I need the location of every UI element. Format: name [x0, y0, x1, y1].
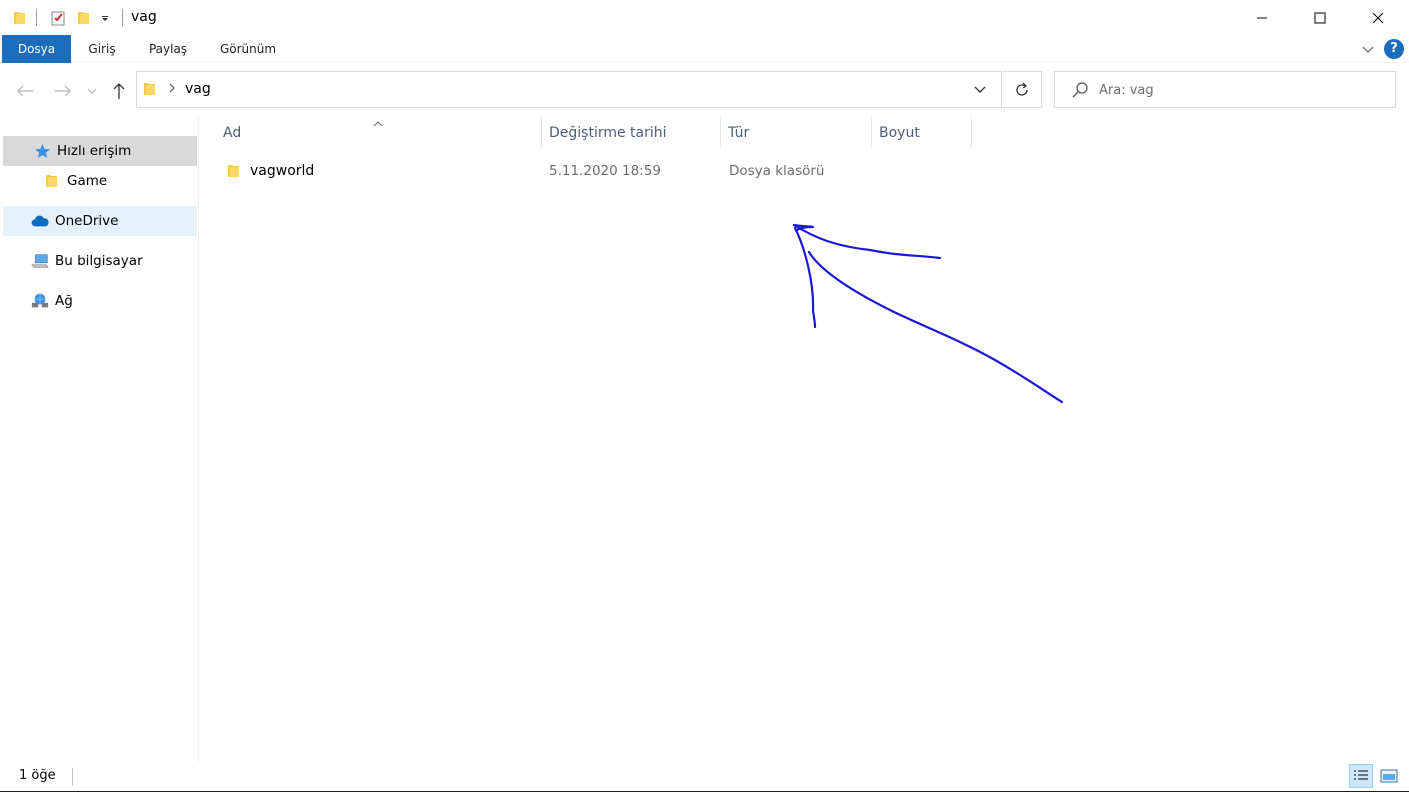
folder-icon: [226, 163, 242, 183]
folder-icon: [142, 81, 158, 101]
breadcrumb-chevron-icon[interactable]: [168, 82, 176, 98]
chevron-down-icon[interactable]: [973, 82, 987, 100]
column-divider[interactable]: [971, 117, 972, 149]
refresh-button[interactable]: [1003, 71, 1042, 108]
help-button[interactable]: ?: [1384, 39, 1404, 59]
large-icons-view-icon: [1380, 769, 1398, 783]
file-list: Ad Değiştirme tarihi Tür Boyut vagworld …: [200, 117, 1409, 762]
column-header-type[interactable]: Tür: [728, 117, 868, 149]
close-button[interactable]: [1349, 0, 1407, 35]
navigation-pane: Hızlı erişim Game OneDrive Bu bilgisayar…: [0, 117, 199, 762]
sidebar-item-game[interactable]: Game: [3, 166, 197, 196]
forward-button[interactable]: [52, 80, 74, 102]
up-button[interactable]: [108, 80, 130, 102]
recent-locations-button[interactable]: [84, 80, 100, 102]
maximize-icon: [1314, 12, 1326, 23]
folder-icon: [43, 172, 61, 190]
column-divider[interactable]: [720, 117, 721, 149]
onedrive-cloud-icon: [31, 212, 49, 230]
file-type: Dosya klasörü: [729, 163, 825, 179]
item-count: 1 öğe: [19, 768, 56, 783]
minimize-icon: [1257, 17, 1267, 18]
sidebar-item-label: Hızlı erişim: [57, 143, 132, 159]
details-view-icon: [1354, 770, 1368, 780]
details-view-button[interactable]: [1349, 764, 1373, 788]
column-divider[interactable]: [871, 117, 872, 149]
folder-icon[interactable]: [12, 8, 28, 28]
chevron-down-icon: [87, 88, 97, 94]
status-bar: 1 öğe: [0, 762, 1409, 792]
refresh-icon: [1016, 82, 1028, 96]
file-name[interactable]: vagworld: [250, 163, 314, 179]
tab-home[interactable]: Giriş: [80, 35, 124, 63]
toolbar-divider: [36, 9, 37, 26]
properties-icon[interactable]: [50, 8, 66, 28]
sidebar-item-label: Game: [67, 173, 108, 189]
up-arrow-icon: [113, 83, 125, 99]
sidebar-item-label: OneDrive: [55, 213, 119, 229]
address-divider: [1001, 72, 1002, 107]
sidebar-item-quick-access[interactable]: Hızlı erişim: [3, 136, 197, 166]
back-arrow-icon: [17, 85, 33, 97]
breadcrumb-current[interactable]: vag: [185, 81, 211, 97]
new-folder-icon[interactable]: [76, 8, 92, 28]
status-divider: [72, 768, 73, 786]
toolbar-divider: [122, 9, 123, 26]
search-input[interactable]: [1099, 80, 1379, 100]
file-date-modified: 5.11.2020 18:59: [549, 163, 661, 179]
close-icon: [1372, 12, 1384, 23]
forward-arrow-icon: [55, 85, 71, 97]
sidebar-item-network[interactable]: Ağ: [3, 286, 197, 316]
minimize-button[interactable]: [1233, 0, 1291, 35]
sidebar-item-onedrive[interactable]: OneDrive: [3, 206, 197, 236]
sidebar-item-label: Ağ: [55, 293, 73, 309]
tab-file[interactable]: Dosya: [2, 35, 71, 63]
expand-ribbon-icon[interactable]: [1360, 41, 1376, 61]
search-icon: [1071, 81, 1089, 103]
ribbon-tabs: Dosya Giriş Paylaş Görünüm ?: [0, 35, 1409, 63]
back-button[interactable]: [14, 80, 36, 102]
sidebar-item-label: Bu bilgisayar: [55, 253, 143, 269]
large-icons-view-button[interactable]: [1377, 764, 1401, 788]
column-header-date-modified[interactable]: Değiştirme tarihi: [549, 117, 719, 149]
network-icon: [31, 292, 49, 310]
table-row[interactable]: vagworld 5.11.2020 18:59 Dosya klasörü: [222, 155, 982, 187]
column-divider[interactable]: [541, 117, 542, 149]
title-bar: vag: [0, 0, 1409, 35]
sidebar-item-this-pc[interactable]: Bu bilgisayar: [3, 246, 197, 276]
tab-view[interactable]: Görünüm: [210, 35, 286, 63]
computer-icon: [31, 252, 49, 270]
maximize-button[interactable]: [1291, 0, 1349, 35]
search-box[interactable]: [1054, 71, 1396, 108]
address-bar[interactable]: vag: [136, 71, 1002, 108]
column-header-size[interactable]: Boyut: [879, 117, 969, 149]
column-header-name[interactable]: Ad: [223, 117, 539, 149]
window-title: vag: [131, 9, 157, 25]
customize-dropdown-icon[interactable]: [100, 8, 110, 28]
navigation-bar: vag: [0, 63, 1409, 117]
star-icon: [33, 142, 51, 160]
tab-share[interactable]: Paylaş: [140, 35, 196, 63]
